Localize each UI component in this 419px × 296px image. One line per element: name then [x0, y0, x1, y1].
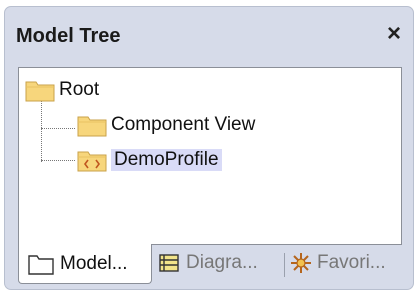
- tab-model[interactable]: Model...: [18, 244, 152, 284]
- panel-title: Model Tree: [16, 25, 121, 47]
- tree-connector: [41, 160, 75, 161]
- tab-label: Diagra...: [186, 252, 258, 273]
- favorites-icon: [290, 252, 312, 274]
- diagram-icon: [158, 253, 180, 273]
- tree-node-root[interactable]: Root: [25, 77, 99, 103]
- tab-favorites[interactable]: Favori...: [290, 245, 402, 281]
- tree-node-demoprofile[interactable]: DemoProfile: [77, 147, 222, 173]
- profile-folder-icon: [77, 148, 107, 172]
- folder-outline-icon: [28, 253, 54, 275]
- panel-titlebar: Model Tree ×: [5, 7, 413, 61]
- tab-label: Favori...: [317, 252, 386, 273]
- model-tree-panel: Model Tree × Root Component View DemoPro…: [4, 6, 414, 290]
- tab-divider: [284, 253, 285, 277]
- close-icon[interactable]: ×: [381, 21, 407, 47]
- folder-icon: [25, 78, 55, 102]
- tab-label: Model...: [60, 252, 128, 274]
- tree-node-component-view[interactable]: Component View: [77, 112, 255, 138]
- tab-diagrams[interactable]: Diagra...: [158, 245, 284, 281]
- tree-node-label: Component View: [111, 114, 256, 135]
- tree-view[interactable]: Root Component View DemoProfile: [18, 67, 402, 245]
- tree-connector: [41, 128, 75, 129]
- tab-strip: Model... Diagra... Favori...: [18, 244, 402, 285]
- tree-node-label: Root: [59, 79, 100, 100]
- tree-connector: [41, 96, 42, 162]
- tree-node-label: DemoProfile: [111, 149, 222, 171]
- folder-icon: [77, 113, 107, 137]
